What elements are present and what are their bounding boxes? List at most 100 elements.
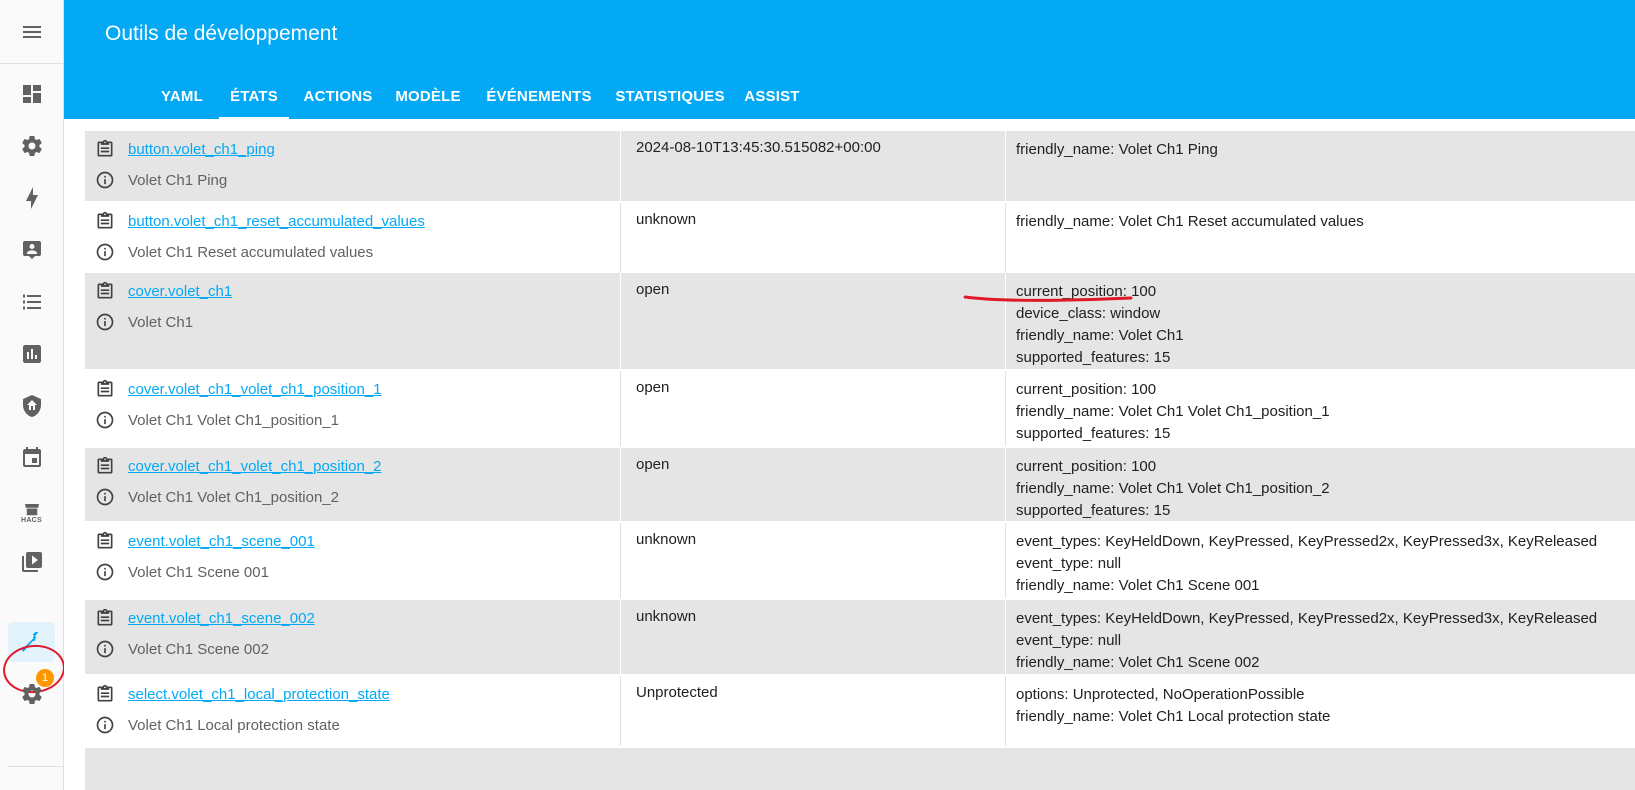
entity-name: Volet Ch1 Volet Ch1_position_2 xyxy=(128,488,339,506)
info-icon[interactable] xyxy=(95,170,115,190)
settings-icon xyxy=(21,136,42,156)
info-icon[interactable] xyxy=(95,242,115,262)
state-cell: open xyxy=(620,371,1006,446)
shield-home-icon xyxy=(22,395,41,417)
state-value: open xyxy=(636,281,670,298)
sidebar-item-security[interactable] xyxy=(0,386,63,426)
page-title: Outils de développement xyxy=(105,22,338,45)
attribute-value: null xyxy=(1097,555,1122,572)
media-icon xyxy=(21,552,42,572)
attribute-key: friendly_name xyxy=(1016,480,1111,497)
attributes-list: current_position: 100 friendly_name: Vole… xyxy=(1016,379,1330,445)
attribute-key: options xyxy=(1016,686,1065,703)
history-icon xyxy=(22,345,41,363)
attribute-line: friendly_name: Volet Ch1 Scene 002 xyxy=(1016,654,1260,671)
attribute-value: Volet Ch1 Scene 001 xyxy=(1118,577,1260,594)
state-value: open xyxy=(636,379,670,396)
state-cell: open xyxy=(620,448,1006,521)
attribute-key: supported_features xyxy=(1016,502,1146,519)
sidebar-item-settings[interactable] xyxy=(0,126,63,166)
attribute-key: friendly_name xyxy=(1016,327,1111,344)
attributes-cell: friendly_name: Volet Ch1 Ping xyxy=(1005,131,1635,201)
attributes-list: options: Unprotected, NoOperationPossibl… xyxy=(1016,684,1330,728)
clipboard-icon[interactable] xyxy=(95,684,115,704)
sidebar: HACS 1 xyxy=(0,0,68,790)
info-icon[interactable] xyxy=(95,487,115,507)
sidebar-item-logbook[interactable] xyxy=(0,230,63,270)
sidebar-item-history[interactable] xyxy=(0,334,63,374)
entity-cell: cover.volet_ch1_volet_ch1_position_1 Vol… xyxy=(85,371,618,446)
sidebar-item-energy[interactable] xyxy=(0,178,63,218)
state-cell: Unprotected xyxy=(620,676,1006,746)
clipboard-icon[interactable] xyxy=(95,139,115,159)
tab-assist[interactable]: ASSIST xyxy=(742,73,802,119)
entity-id-link[interactable]: cover.volet_ch1_volet_ch1_position_1 xyxy=(128,381,382,398)
info-icon[interactable] xyxy=(95,639,115,659)
clipboard-icon[interactable] xyxy=(95,211,115,231)
state-cell: 2024-08-10T13:45:30.515082+00:00 xyxy=(620,131,1006,201)
entity-cell: button.volet_ch1_reset_accumulated_value… xyxy=(85,203,618,273)
tab-yaml[interactable]: YAML xyxy=(154,73,210,119)
state-value: Unprotected xyxy=(636,684,718,701)
sidebar-item-calendar[interactable] xyxy=(0,438,63,478)
attributes-cell: current_position: 100 device_class: windo… xyxy=(1005,273,1635,369)
info-icon[interactable] xyxy=(95,715,115,735)
clipboard-icon[interactable] xyxy=(95,456,115,476)
state-value: unknown xyxy=(636,531,697,548)
calendar-icon xyxy=(22,447,41,467)
hacs-label: HACS xyxy=(20,516,43,524)
clipboard-icon[interactable] xyxy=(95,379,115,399)
entity-id-link[interactable]: cover.volet_ch1_volet_ch1_position_2 xyxy=(128,458,382,475)
attribute-line: options: Unprotected, NoOperationPossibl… xyxy=(1016,686,1305,703)
entity-id-link[interactable]: event.volet_ch1_scene_001 xyxy=(128,533,315,550)
state-cell: open xyxy=(620,273,1006,369)
table-row: event.volet_ch1_scene_002 Volet Ch1 Scen… xyxy=(85,600,1635,674)
attributes-cell: friendly_name: Volet Ch1 Reset accumulat… xyxy=(1005,203,1635,273)
entity-id-link[interactable]: button.volet_ch1_reset_accumulated_value… xyxy=(128,213,425,230)
info-icon[interactable] xyxy=(95,410,115,430)
table-row: select.volet_ch1_local_protection_state … xyxy=(85,676,1635,746)
menu-button[interactable] xyxy=(0,0,63,64)
tab-modele[interactable]: MODÈLE xyxy=(390,73,466,119)
entity-name: Volet Ch1 Ping xyxy=(128,171,228,189)
entity-id-link[interactable]: select.volet_ch1_local_protection_state xyxy=(128,686,390,703)
entity-name: Volet Ch1 Scene 001 xyxy=(128,563,269,581)
table-row: button.volet_ch1_reset_accumulated_value… xyxy=(85,203,1635,273)
clipboard-icon[interactable] xyxy=(95,608,115,628)
sidebar-item-todo[interactable] xyxy=(0,282,63,322)
tab-actions[interactable]: ACTIONS xyxy=(300,73,376,119)
attribute-line: friendly_name: Volet Ch1 Local protectio… xyxy=(1016,708,1331,725)
attribute-key: supported_features xyxy=(1016,349,1146,366)
red-annotation-underline xyxy=(963,295,1133,302)
sidebar-item-media[interactable] xyxy=(0,542,63,582)
entity-id-link[interactable]: event.volet_ch1_scene_002 xyxy=(128,610,315,627)
attribute-value: Volet Ch1 Volet Ch1_position_1 xyxy=(1118,403,1330,420)
notification-badge: 1 xyxy=(36,669,54,687)
entity-id-link[interactable]: button.volet_ch1_ping xyxy=(128,141,275,158)
attribute-line: friendly_name: Volet Ch1 Scene 001 xyxy=(1016,577,1260,594)
sidebar-item-notifications[interactable]: 1 xyxy=(0,669,63,714)
info-icon[interactable] xyxy=(95,312,115,332)
attribute-key: event_types xyxy=(1016,533,1097,550)
sidebar-item-overview[interactable] xyxy=(0,74,63,114)
state-cell: unknown xyxy=(620,203,1006,273)
attribute-value: Volet Ch1 Local protection state xyxy=(1118,708,1331,725)
state-value: open xyxy=(636,456,670,473)
entity-id-link[interactable]: cover.volet_ch1 xyxy=(128,283,232,300)
attribute-line: current_position: 100 xyxy=(1016,458,1157,475)
tab-statistiques[interactable]: STATISTIQUES xyxy=(611,73,729,119)
info-icon[interactable] xyxy=(95,562,115,582)
attribute-line: friendly_name: Volet Ch1 xyxy=(1016,327,1184,344)
tab-etats[interactable]: ÉTATS xyxy=(219,73,289,119)
attribute-key: supported_features xyxy=(1016,425,1146,442)
attributes-cell: current_position: 100 friendly_name: Vole… xyxy=(1005,371,1635,446)
entity-name: Volet Ch1 Scene 002 xyxy=(128,640,269,658)
attribute-key: event_type xyxy=(1016,632,1090,649)
attributes-cell: current_position: 100 friendly_name: Vole… xyxy=(1005,448,1635,521)
clipboard-icon[interactable] xyxy=(95,281,115,301)
tab-evenements[interactable]: ÉVÉNEMENTS xyxy=(479,73,599,119)
sidebar-item-hacs[interactable]: HACS xyxy=(0,492,63,532)
attribute-value: Volet Ch1 Scene 002 xyxy=(1118,654,1260,671)
attribute-line: supported_features: 15 xyxy=(1016,349,1171,366)
clipboard-icon[interactable] xyxy=(95,531,115,551)
